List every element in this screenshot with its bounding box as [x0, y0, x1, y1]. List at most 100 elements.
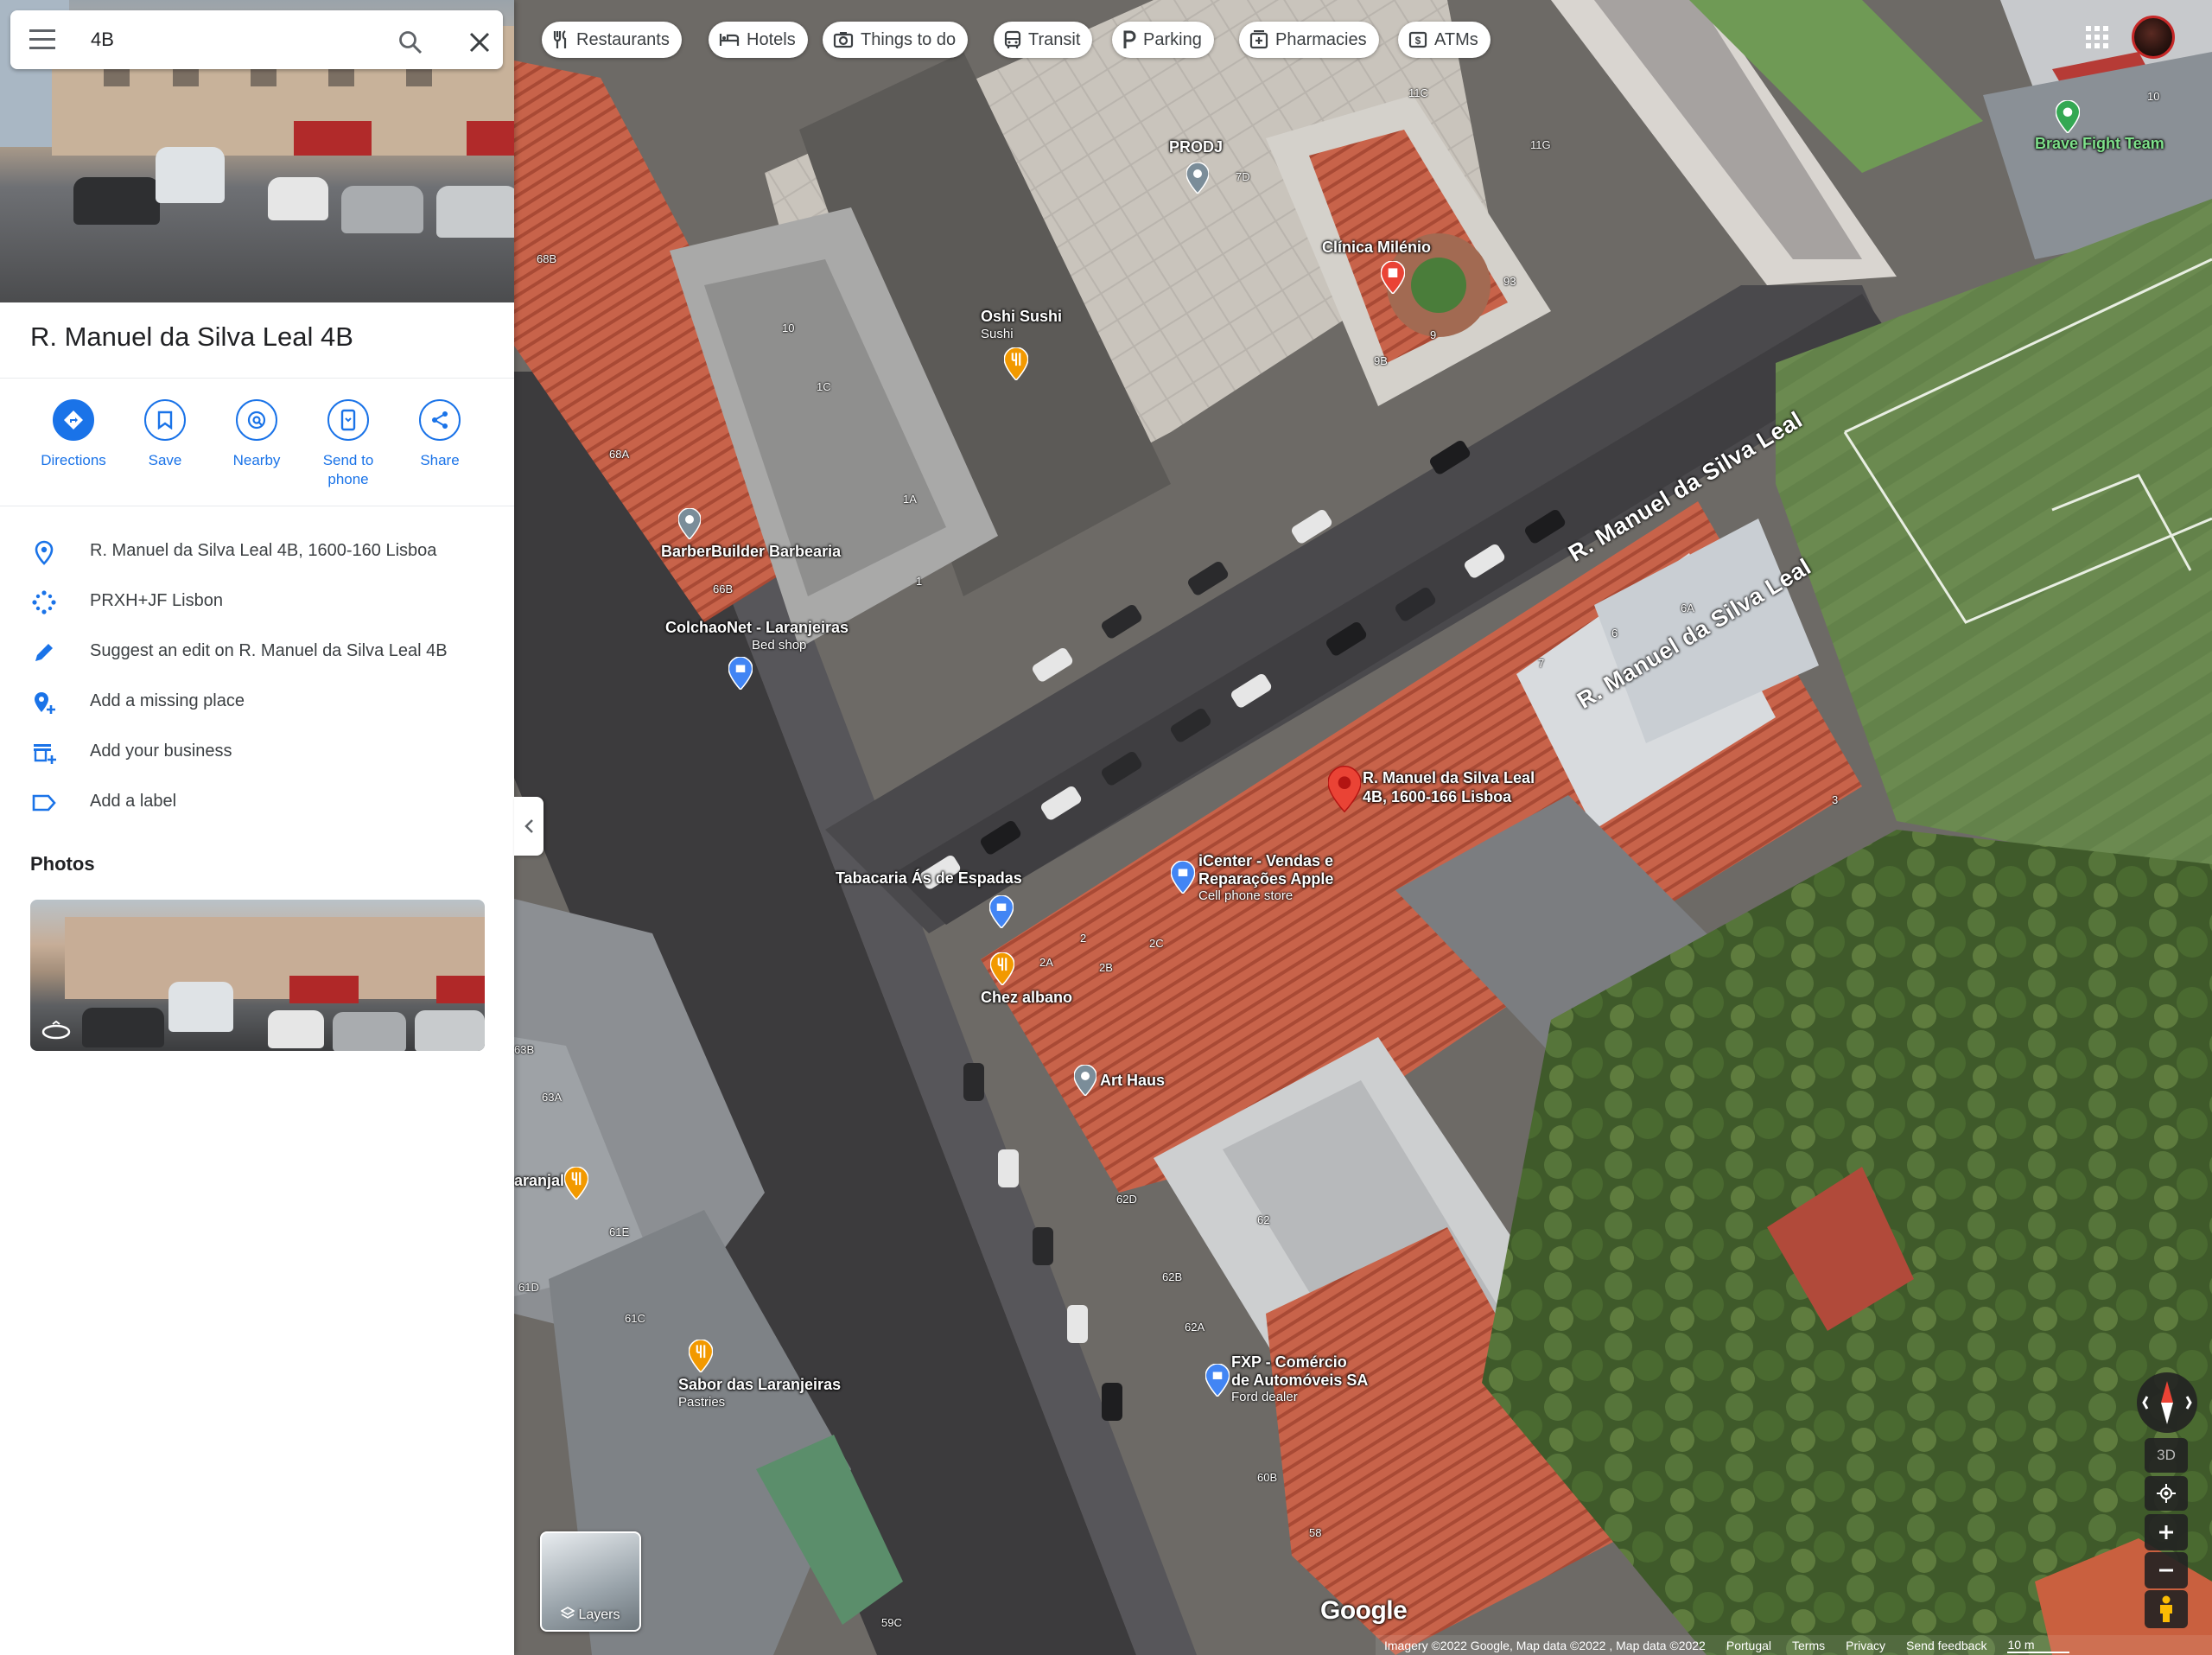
chip-things-to-do[interactable]: Things to do [823, 22, 969, 58]
terms-link[interactable]: Terms [1792, 1639, 1825, 1652]
photo-car [268, 177, 328, 220]
photos-heading: Photos [30, 853, 95, 875]
house-number: 2 [1080, 932, 1087, 945]
photo-thumbnail[interactable] [30, 900, 485, 1051]
house-number: 9 [1430, 328, 1437, 341]
parking-icon [1123, 30, 1136, 48]
photo-car [333, 1012, 406, 1051]
chip-pharmacies[interactable]: Pharmacies [1239, 22, 1379, 58]
compass-icon [2142, 1381, 2192, 1424]
restaurant-pin-icon [564, 1167, 588, 1200]
save-button[interactable]: Save [119, 399, 211, 470]
plus-icon [2159, 1525, 2173, 1539]
house-number: 61E [609, 1225, 630, 1238]
search-input[interactable]: 4B [91, 24, 376, 55]
chip-atms[interactable]: $ ATMs [1398, 22, 1491, 58]
compass-button[interactable] [2137, 1372, 2197, 1433]
house-number: 11C [1408, 86, 1428, 99]
shop-pin-icon [1205, 1364, 1230, 1397]
street-view-pegman-button[interactable] [2145, 1590, 2188, 1628]
place-panel: 4B R. Manuel da Silva Leal 4B Directions… [0, 0, 514, 1655]
chip-label: Pharmacies [1275, 29, 1367, 49]
poi-category: Ford dealer [1231, 1390, 1298, 1404]
photo-storefront [289, 976, 359, 1003]
photo-car [415, 1010, 485, 1051]
share-button[interactable]: Share [394, 399, 486, 470]
menu-icon[interactable] [29, 29, 55, 50]
layers-label: Layers [578, 1607, 620, 1622]
scale-bar[interactable]: 10 m [2007, 1638, 2069, 1653]
bookmark-icon [144, 399, 186, 441]
plus-code-icon [32, 590, 56, 614]
chip-hotels[interactable]: Hotels [709, 22, 808, 58]
save-label: Save [148, 452, 182, 468]
share-icon [419, 399, 461, 441]
send-to-phone-icon [327, 399, 369, 441]
tilt-3d-button[interactable]: 3D [2145, 1438, 2188, 1473]
add-label-row[interactable]: Add a label [0, 776, 514, 826]
house-number: 2C [1149, 937, 1164, 950]
layers-icon [560, 1607, 576, 1619]
search-icon[interactable] [397, 29, 423, 55]
house-number: 7 [1538, 657, 1545, 670]
photo-storefront [467, 121, 514, 156]
poi-label: ColchaoNet - Laranjeiras [665, 619, 849, 636]
house-number: 10 [2147, 90, 2160, 103]
search-box: 4B [10, 10, 503, 69]
poi-label: Brave Fight Team [2035, 135, 2164, 152]
suggest-edit-row[interactable]: Suggest an edit on R. Manuel da Silva Le… [0, 626, 514, 676]
send-feedback-link[interactable]: Send feedback [1906, 1639, 1986, 1652]
svg-text:$: $ [1415, 35, 1421, 47]
layers-button[interactable]: Layers [540, 1531, 641, 1632]
suggest-edit-text: Suggest an edit on R. Manuel da Silva Le… [90, 641, 448, 660]
house-number: 61D [518, 1281, 539, 1294]
chip-restaurants[interactable]: Restaurants [542, 22, 682, 58]
map-canvas[interactable]: R. Manuel da Silva Leal R. Manuel da Sil… [514, 0, 2212, 1655]
zoom-out-button[interactable] [2145, 1552, 2188, 1588]
chip-label: Parking [1143, 29, 1202, 49]
chip-label: Hotels [747, 29, 796, 49]
photo-car [436, 186, 514, 238]
poi-label: Clínica Milénio [1322, 239, 1432, 256]
address-row[interactable]: R. Manuel da Silva Leal 4B, 1600-160 Lis… [0, 525, 514, 576]
send-to-phone-label: Send to phone [322, 452, 374, 487]
add-missing-place-text: Add a missing place [90, 691, 245, 710]
nearby-button[interactable]: Nearby [211, 399, 302, 470]
map-pin-icon [1328, 766, 1361, 812]
my-location-icon [2157, 1484, 2176, 1503]
layers-label-row: Layers [542, 1607, 639, 1623]
photo-building [65, 917, 485, 999]
chip-parking[interactable]: Parking [1112, 22, 1214, 58]
add-missing-place-row[interactable]: Add a missing place [0, 676, 514, 726]
privacy-link[interactable]: Privacy [1846, 1639, 1885, 1652]
send-to-phone-button[interactable]: Send to phone [302, 399, 394, 489]
bed-icon [719, 34, 740, 46]
poi-label-line2: de Automóveis SA [1231, 1372, 1369, 1389]
close-icon[interactable] [467, 29, 493, 55]
hospital-pin-icon [1381, 261, 1405, 294]
country-link[interactable]: Portugal [1726, 1639, 1771, 1652]
service-pin-icon [1074, 1065, 1096, 1096]
house-number: 61C [625, 1312, 645, 1325]
minus-icon [2159, 1569, 2173, 1572]
poi-label: FXP - Comércio [1231, 1353, 1347, 1371]
account-avatar[interactable] [2132, 16, 2175, 59]
apps-grid-icon[interactable] [2085, 25, 2109, 49]
photo-car [341, 186, 423, 233]
poi-label: PRODJ [1169, 138, 1224, 156]
nearby-label: Nearby [232, 452, 281, 468]
add-business-row[interactable]: Add your business [0, 726, 514, 776]
plus-code-text: PRXH+JF Lisbon [90, 591, 223, 610]
my-location-button[interactable] [2145, 1476, 2188, 1511]
attribution-text: Imagery ©2022 Google, Map data ©2022 , M… [1384, 1638, 1706, 1652]
house-number: 59C [881, 1616, 902, 1629]
zoom-in-button[interactable] [2145, 1514, 2188, 1550]
directions-button[interactable]: Directions [28, 399, 119, 470]
house-number: 62D [1116, 1193, 1137, 1206]
chip-transit[interactable]: Transit [994, 22, 1093, 58]
plus-code-row[interactable]: PRXH+JF Lisbon [0, 576, 514, 626]
collapse-panel-button[interactable] [514, 797, 543, 856]
photo-car [73, 177, 160, 225]
service-pin-icon [678, 508, 701, 539]
location-pin-icon [35, 540, 54, 565]
